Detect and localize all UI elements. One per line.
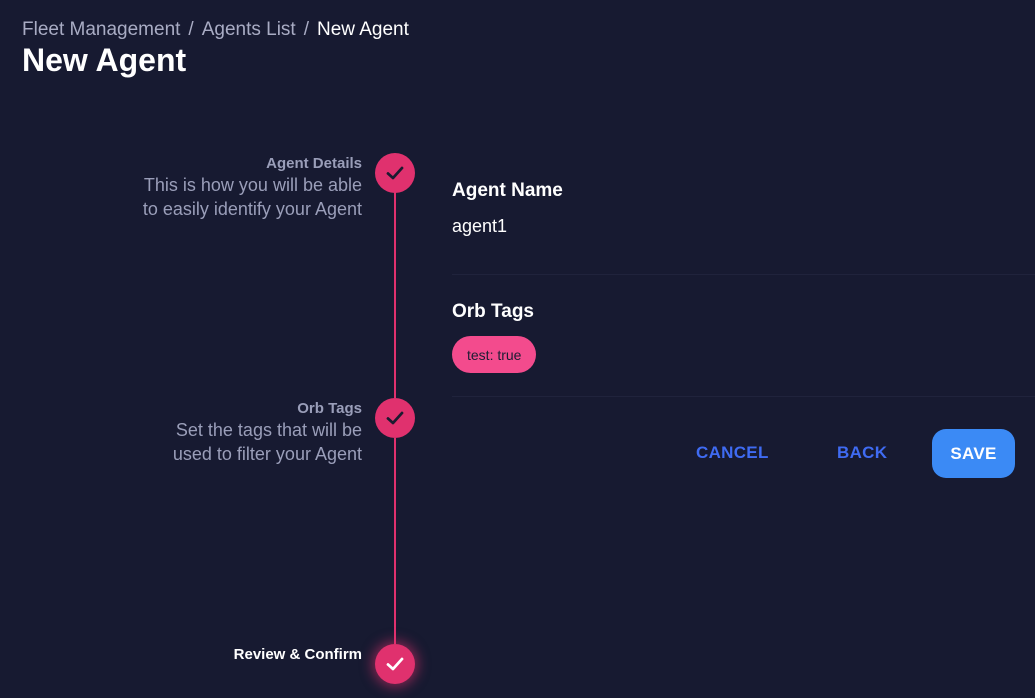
page-title: New Agent (22, 42, 187, 78)
breadcrumb: Fleet Management / Agents List / New Agent (22, 19, 409, 41)
step-review-confirm-indicator[interactable] (375, 644, 415, 684)
save-button[interactable]: SAVE (932, 429, 1015, 478)
step-description: used to filter your Agent (172, 444, 362, 464)
step-title: Orb Tags (297, 400, 362, 417)
divider (452, 396, 1035, 397)
new-agent-page: Fleet Management / Agents List / New Agent N… (0, 0, 1035, 698)
breadcrumb-separator: / (303, 19, 309, 40)
back-button[interactable]: BACK (837, 443, 887, 463)
step-agent-details-indicator[interactable] (375, 153, 415, 193)
orb-tags-label: Orb Tags (452, 301, 534, 322)
breadcrumb-fleet-management[interactable]: Fleet Management (22, 19, 180, 40)
cancel-button[interactable]: CANCEL (696, 443, 769, 463)
step-review-confirm: Review & Confirm (234, 646, 362, 664)
agent-name-value: agent1 (452, 216, 508, 236)
step-title: Review & Confirm (233, 646, 362, 663)
step-title: Agent Details (266, 155, 362, 172)
check-icon (386, 411, 404, 425)
step-description: This is how you will be able (143, 175, 362, 195)
breadcrumb-separator: / (188, 19, 194, 40)
step-orb-tags-indicator[interactable] (375, 398, 415, 438)
stepper-connector (394, 242, 396, 398)
stepper-connector (394, 192, 396, 242)
check-icon (386, 657, 404, 671)
breadcrumb-current: New Agent (316, 19, 409, 40)
step-orb-tags: Orb Tags Set the tags that will be used … (173, 400, 362, 466)
step-description: Set the tags that will be (175, 420, 362, 440)
tag-chip: test: true (452, 336, 537, 373)
breadcrumb-agents-list[interactable]: Agents List (202, 19, 296, 40)
divider (452, 274, 1035, 275)
agent-name-label: Agent Name (452, 180, 563, 201)
check-icon (386, 166, 404, 180)
stepper-connector (394, 438, 396, 488)
step-agent-details: Agent Details This is how you will be ab… (143, 155, 362, 221)
step-description: to easily identify your Agent (142, 199, 362, 219)
stepper-connector (394, 488, 396, 644)
